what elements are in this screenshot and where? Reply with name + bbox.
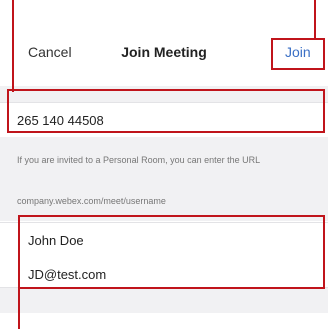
name-row: [0, 222, 328, 258]
meeting-number-input[interactable]: [17, 110, 307, 130]
section-spacer: [0, 288, 328, 313]
join-button[interactable]: Join: [285, 44, 311, 60]
hint-text: If you are invited to a Personal Room, y…: [17, 155, 261, 165]
section-spacer: [0, 86, 328, 102]
email-field[interactable]: [28, 264, 308, 284]
empty-area: [0, 313, 328, 329]
hint-url-example: company.webex.com/meet/username: [17, 196, 166, 206]
hint-section: [0, 137, 328, 221]
meeting-number-row: [0, 102, 328, 138]
nav-bar: Cancel Join Meeting Join: [0, 0, 328, 100]
email-row: [0, 257, 328, 288]
name-field[interactable]: [28, 230, 308, 250]
cancel-button[interactable]: Cancel: [28, 44, 72, 60]
